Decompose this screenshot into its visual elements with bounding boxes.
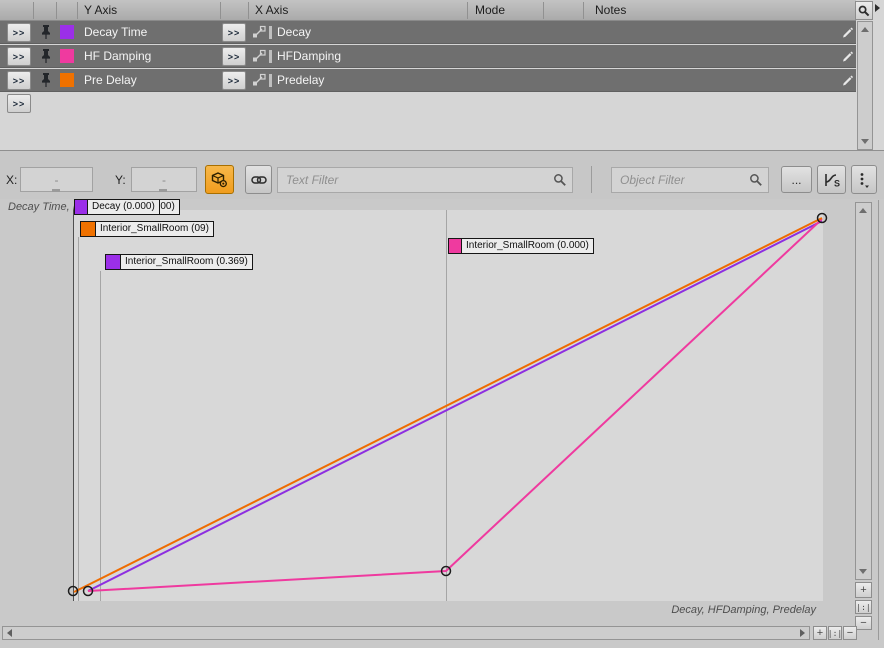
fit-x-button[interactable]: |:| <box>828 626 842 640</box>
point-label-text: Interior_SmallRoom (09) <box>95 221 214 237</box>
scroll-right-icon[interactable] <box>800 629 805 637</box>
graph-horizontal-scrollbar[interactable] <box>2 626 810 640</box>
zoom-in-y-button[interactable]: + <box>855 582 872 598</box>
graph-vertical-scrollbar[interactable] <box>855 202 872 580</box>
rtpc-curves-canvas[interactable] <box>0 0 884 648</box>
point-label[interactable]: Interior_SmallRoom (09) <box>80 221 214 237</box>
zoom-in-x-button[interactable]: + <box>813 626 827 640</box>
label-color-chip <box>74 199 87 215</box>
point-label-text: Interior_SmallRoom (0.000) <box>461 238 594 254</box>
label-color-chip <box>105 254 120 270</box>
point-label[interactable]: Interior_SmallRoom (0.369) <box>105 254 253 270</box>
point-label-text: Decay (0.000) <box>87 199 160 215</box>
point-label[interactable]: Decay (0.000) <box>74 199 160 215</box>
point-label[interactable]: Interior_SmallRoom (0.000) <box>448 238 594 254</box>
multi-curve-editor-window: Y Axis X Axis Mode Notes >> <box>0 0 884 648</box>
rtpc-curve[interactable] <box>74 218 822 592</box>
point-label-text: Interior_SmallRoom (0.369) <box>120 254 253 270</box>
rtpc-curve[interactable] <box>88 221 822 591</box>
scroll-left-icon[interactable] <box>7 629 12 637</box>
label-color-chip <box>448 238 461 254</box>
zoom-out-y-button[interactable]: − <box>855 616 872 630</box>
fit-glyph: |:| <box>828 629 842 638</box>
label-color-chip <box>80 221 95 237</box>
scroll-down-icon[interactable] <box>859 569 867 574</box>
fit-y-button[interactable]: |:| <box>855 600 872 614</box>
fit-glyph: |:| <box>856 603 870 612</box>
zoom-out-x-button[interactable]: − <box>843 626 857 640</box>
scroll-up-icon[interactable] <box>859 208 867 213</box>
